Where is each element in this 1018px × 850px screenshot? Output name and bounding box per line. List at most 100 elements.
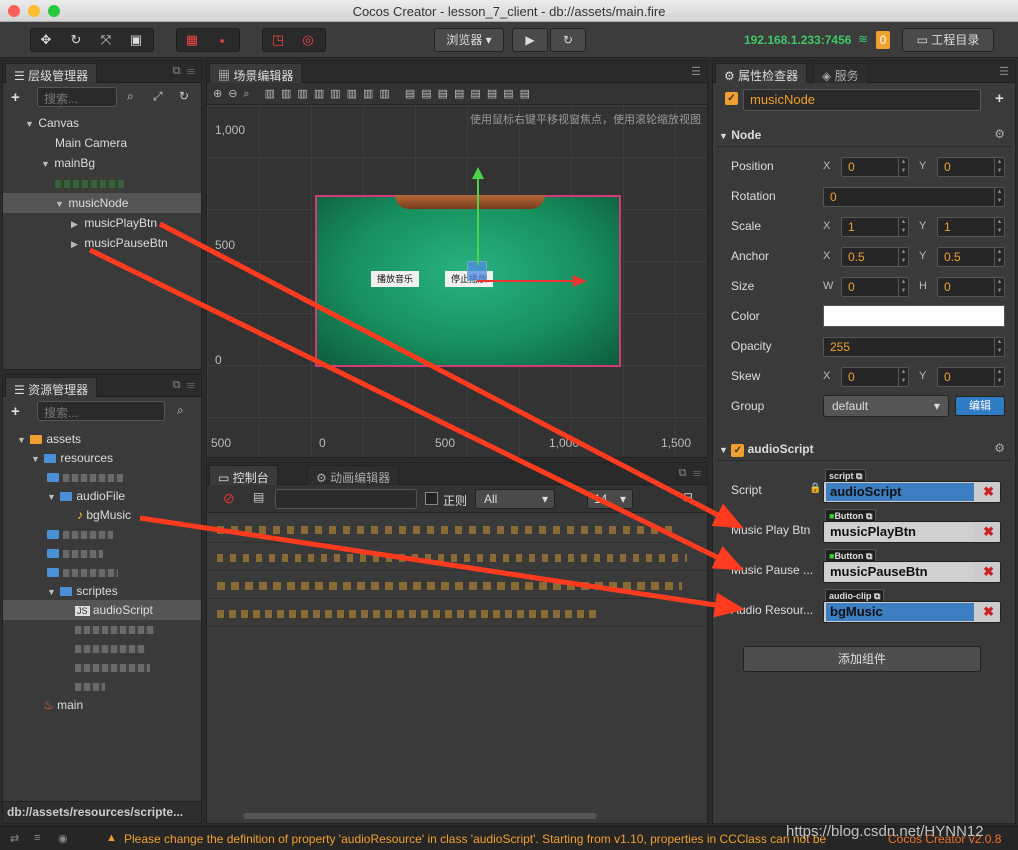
- target-icon[interactable]: ◎: [293, 32, 323, 48]
- clear-ref-icon[interactable]: ✖: [983, 484, 994, 500]
- device-count-badge[interactable]: 0: [876, 31, 890, 49]
- clear-ref-icon[interactable]: ✖: [983, 604, 994, 620]
- tree-node-musicplaybtn[interactable]: ▶ musicPlayBtn: [3, 213, 201, 233]
- node-name-input[interactable]: musicNode: [743, 89, 981, 111]
- scale-x-input[interactable]: 1 ▲ ▼: [841, 217, 909, 237]
- asset-blurred-7[interactable]: [3, 657, 201, 677]
- stepper-icon[interactable]: ▲ ▼: [994, 218, 1004, 236]
- refresh-button[interactable]: ↻: [550, 28, 586, 52]
- panel-menu-icon[interactable]: ⧉ ☰: [173, 379, 195, 392]
- stepper-icon[interactable]: ▲ ▼: [994, 368, 1004, 386]
- rotate-tool-icon[interactable]: ↻: [61, 32, 91, 48]
- stepper-icon[interactable]: ▲ ▼: [994, 248, 1004, 266]
- stepper-icon[interactable]: ▲ ▼: [898, 368, 908, 386]
- align-toolbar[interactable]: ⊕⊖⌕ ▥▥▥▥▥▥▥▥ ▤▤▤▤▤▤▤▤: [207, 83, 707, 105]
- status-message[interactable]: Please change the definition of property…: [124, 832, 884, 846]
- rect-tool-icon[interactable]: ▣: [121, 32, 151, 48]
- panel-menu-icon[interactable]: ⧉ ☰: [173, 65, 195, 78]
- edit-group-button[interactable]: 编辑: [955, 396, 1005, 416]
- log-row[interactable]: [207, 545, 707, 571]
- search-icon[interactable]: ⌕: [127, 89, 134, 104]
- settings-icon[interactable]: ⚙: [994, 127, 1005, 141]
- log-row[interactable]: [207, 601, 707, 627]
- size-h-input[interactable]: 0 ▲ ▼: [937, 277, 1005, 297]
- asset-blurred-3[interactable]: [3, 543, 201, 563]
- stepper-icon[interactable]: ▲ ▼: [994, 158, 1004, 176]
- tab-hierarchy[interactable]: ☰ 层级管理器: [5, 63, 98, 83]
- collapse-icon[interactable]: ⊟: [683, 490, 693, 504]
- settings-icon[interactable]: ⚙: [994, 441, 1005, 455]
- expand-arrow-icon[interactable]: ▼: [41, 154, 51, 174]
- log-level-select[interactable]: All ▾: [475, 489, 555, 509]
- audio-resource-ref-field[interactable]: bgMusic ✖: [823, 601, 1001, 623]
- eye-icon[interactable]: ◉: [58, 832, 68, 845]
- tab-inspector[interactable]: ⚙ 属性检查器: [715, 63, 808, 83]
- stepper-icon[interactable]: ▲ ▼: [994, 338, 1004, 356]
- tab-console[interactable]: ▭ 控制台: [209, 465, 278, 485]
- asset-blurred-5[interactable]: [3, 619, 201, 639]
- local-icon[interactable]: ▪: [207, 33, 237, 48]
- asset-blurred-1[interactable]: [3, 467, 201, 487]
- scene-viewport[interactable]: 使用鼠标右键平移视窗焦点，使用滚轮缩放视图 1,000 500 0 500 0 …: [207, 105, 707, 457]
- add-property-icon[interactable]: +: [995, 90, 1004, 107]
- gizmo-x-axis[interactable]: [477, 280, 577, 282]
- skew-x-input[interactable]: 0 ▲ ▼: [841, 367, 909, 387]
- collapse-arrow-icon[interactable]: ▶: [71, 214, 81, 234]
- clear-ref-icon[interactable]: ✖: [983, 524, 994, 540]
- node-section-header[interactable]: ▼ Node ⚙: [717, 123, 1011, 147]
- database-icon[interactable]: ≡: [34, 832, 40, 844]
- panel-menu-icon[interactable]: ☰: [999, 65, 1009, 78]
- opacity-input[interactable]: 255 ▲ ▼: [823, 337, 1005, 357]
- tree-node-musicpausebtn[interactable]: ▶ musicPauseBtn: [3, 233, 201, 253]
- asset-bgmusic[interactable]: ♪ bgMusic: [3, 505, 201, 525]
- stepper-icon[interactable]: ▲ ▼: [898, 158, 908, 176]
- asset-blurred-4[interactable]: [3, 562, 201, 582]
- font-size-select[interactable]: 14 ▾: [587, 489, 633, 509]
- asset-audiofile[interactable]: ▼ audioFile: [3, 486, 201, 506]
- game-canvas[interactable]: 播放音乐 停止播放: [315, 167, 621, 367]
- script-ref-field[interactable]: audioScript ✖: [823, 481, 1001, 503]
- pivot-icon[interactable]: ▦: [177, 32, 207, 48]
- gizmo-y-axis[interactable]: [477, 171, 479, 265]
- log-row[interactable]: [207, 573, 707, 599]
- expand-arrow-icon[interactable]: ▼: [55, 194, 65, 214]
- position-y-input[interactable]: 0 ▲ ▼: [937, 157, 1005, 177]
- expand-icon[interactable]: ⤢: [153, 89, 163, 104]
- preview-ip[interactable]: 192.168.1.233:7456: [744, 33, 851, 47]
- add-node-icon[interactable]: +: [11, 89, 20, 106]
- clear-console-icon[interactable]: ⊘: [223, 490, 235, 507]
- assets-search-input[interactable]: 搜索...: [37, 401, 165, 421]
- node-active-checkbox[interactable]: ✓: [725, 92, 738, 105]
- asset-resources[interactable]: ▼ resources: [3, 448, 201, 468]
- color-picker[interactable]: [823, 305, 1005, 327]
- stepper-icon[interactable]: ▲ ▼: [898, 248, 908, 266]
- music-play-btn-ref-field[interactable]: musicPlayBtn ✖: [823, 521, 1001, 543]
- collapse-arrow-icon[interactable]: ▶: [71, 234, 81, 254]
- tab-animation[interactable]: ⚙ 动画编辑器: [307, 465, 400, 485]
- browser-select[interactable]: 浏览器 ▾: [434, 28, 504, 52]
- regex-checkbox[interactable]: [425, 492, 438, 505]
- panel-menu-icon[interactable]: ⧉ ☰: [679, 467, 701, 480]
- asset-main[interactable]: ♨ main: [3, 695, 201, 715]
- expand-arrow-icon[interactable]: ▼: [25, 114, 35, 134]
- add-component-button[interactable]: 添加组件: [743, 646, 981, 672]
- expand-arrow-icon[interactable]: ▼: [47, 582, 57, 602]
- play-music-sprite[interactable]: 播放音乐: [371, 271, 419, 287]
- music-pause-btn-ref-field[interactable]: musicPauseBtn ✖: [823, 561, 1001, 583]
- search-icon[interactable]: ⌕: [177, 403, 184, 418]
- tree-node-mainbg[interactable]: ▼ mainBg: [3, 153, 201, 173]
- add-asset-icon[interactable]: +: [11, 403, 20, 420]
- asset-blurred-6[interactable]: [3, 638, 201, 658]
- expand-arrow-icon[interactable]: ▼: [47, 487, 57, 507]
- group-select[interactable]: default ▾: [823, 395, 949, 417]
- asset-blurred-2[interactable]: [3, 524, 201, 544]
- size-w-input[interactable]: 0 ▲ ▼: [841, 277, 909, 297]
- position-x-input[interactable]: 0 ▲ ▼: [841, 157, 909, 177]
- panel-menu-icon[interactable]: ☰: [691, 65, 701, 78]
- scale-tool-icon[interactable]: ⤧: [91, 32, 121, 48]
- refresh-icon[interactable]: ↻: [179, 89, 189, 103]
- tree-node-musicnode[interactable]: ▼ musicNode: [3, 193, 201, 213]
- tab-assets[interactable]: ☰ 资源管理器: [5, 377, 98, 397]
- log-row[interactable]: [207, 517, 707, 543]
- play-button[interactable]: ▶: [512, 28, 548, 52]
